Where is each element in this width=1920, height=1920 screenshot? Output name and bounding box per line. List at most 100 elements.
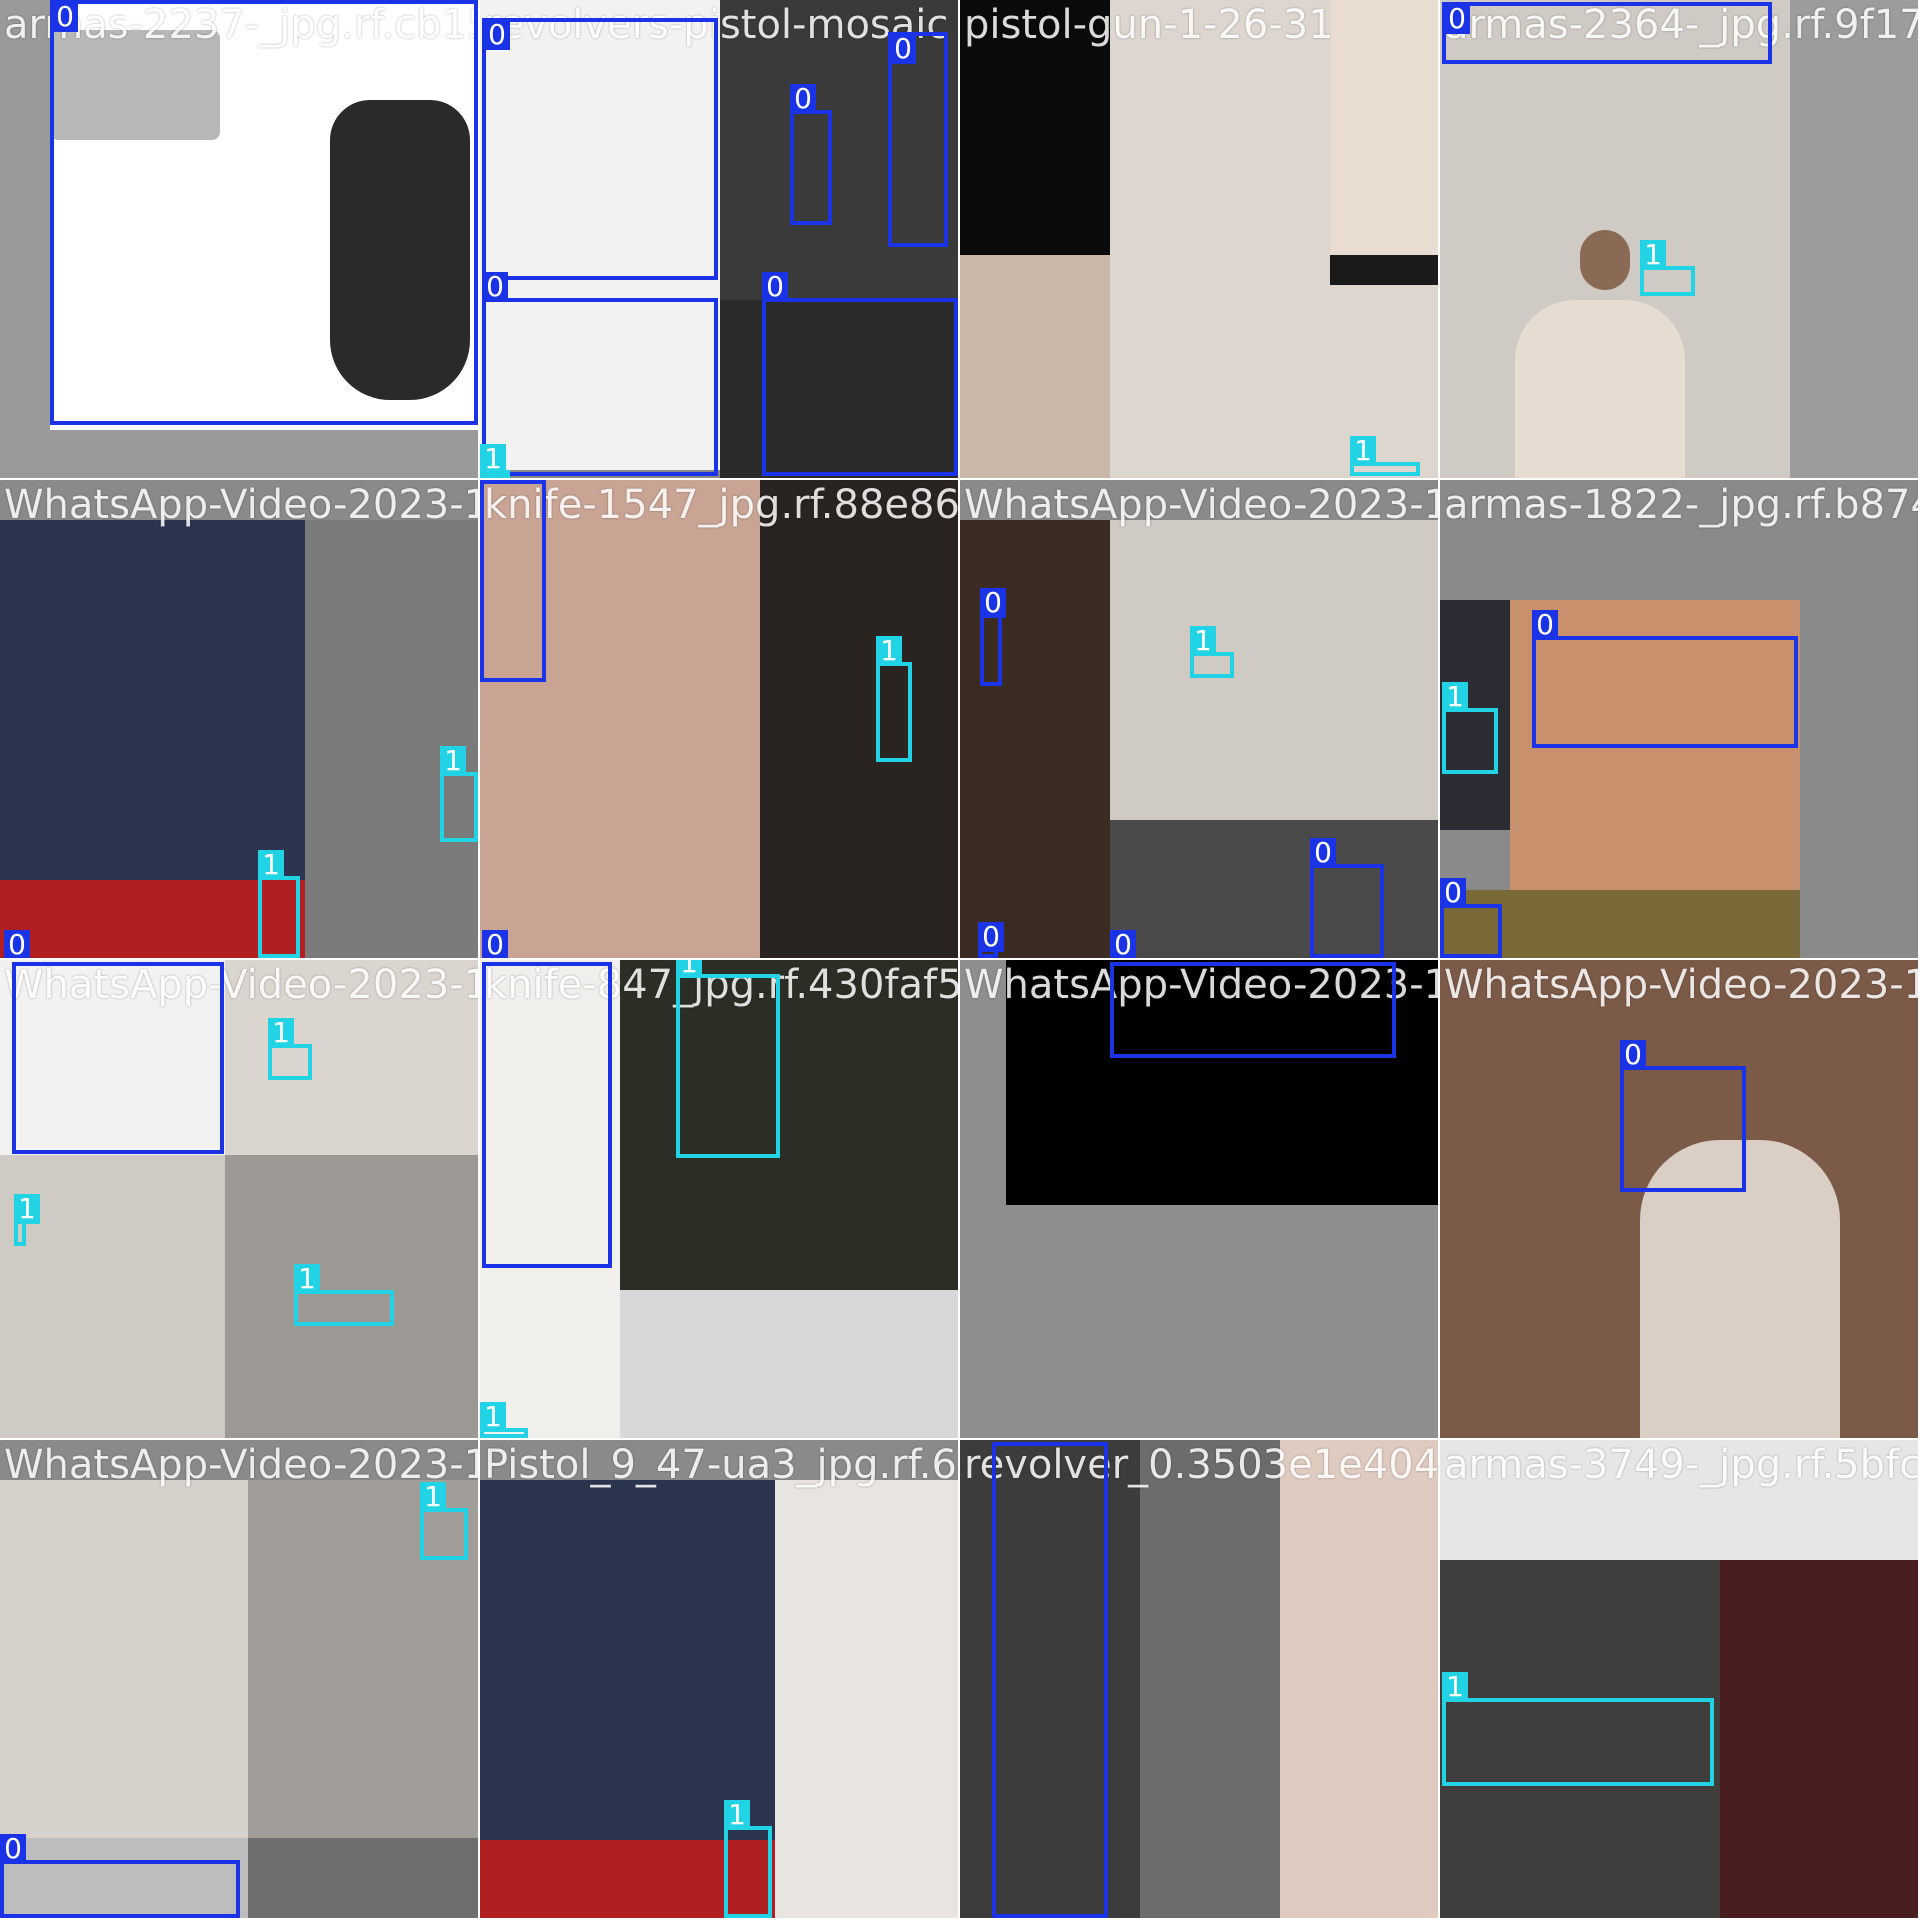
photo-skin: [1280, 1440, 1438, 1918]
mosaic-tile: knife-1547_jpg.rf.88e869cb 0 1 0: [480, 480, 958, 958]
bbox-class-1: 1: [1442, 682, 1498, 774]
mosaic-tile: WhatsApp-Video-2023-11-22 0: [1440, 960, 1918, 1438]
bbox-class-1: 1: [480, 444, 510, 478]
bbox-label: 0: [1620, 1040, 1646, 1070]
bbox-class-0: 0: [978, 922, 1004, 958]
person-head: [1580, 230, 1630, 290]
photo-bw-portrait: [1110, 820, 1438, 958]
bbox-label: 0: [52, 2, 78, 32]
bbox-label: 1: [258, 850, 284, 880]
bbox-class-1: 1: [294, 1264, 394, 1326]
bbox-class-1: 1: [258, 850, 300, 958]
bbox-label: 0: [762, 272, 788, 302]
bbox-label: 1: [480, 1402, 506, 1432]
bbox-class-1: 1: [1350, 436, 1420, 476]
bbox-class-0: 0: [790, 84, 832, 225]
bbox-label: 1: [1350, 436, 1376, 466]
bbox-label: 0: [1532, 610, 1558, 640]
bbox-label: 0: [1440, 878, 1466, 908]
bbox-class-1: 1: [1442, 1672, 1714, 1786]
bbox-label: 1: [1442, 682, 1468, 712]
mosaic-tile: armas-3749-_jpg.rf.5bfc4aa 1: [1440, 1440, 1918, 1918]
bbox-class-0: 0: [4, 930, 30, 958]
bbox-class-1: 1: [420, 1482, 468, 1560]
person-body: [1515, 300, 1685, 478]
bbox-class-0: 0: [1442, 2, 1772, 64]
bbox-label: 1: [1640, 240, 1666, 270]
tile-filename: WhatsApp-Video-2023-11-22: [964, 482, 1438, 528]
bbox-label: 1: [294, 1264, 320, 1294]
bbox-label: 1: [440, 746, 466, 776]
bbox-class-0: 0: [482, 930, 508, 958]
photo-wall: [620, 1290, 958, 1438]
bbox-label: 0: [0, 1834, 26, 1864]
photo-person-knife: [1110, 520, 1438, 820]
tile-filename: armas-1822-_jpg.rf.b8744bb: [1444, 482, 1918, 528]
bbox-label: 1: [724, 1800, 750, 1830]
photo-margin: [1790, 0, 1918, 478]
bbox-label: 0: [980, 588, 1006, 618]
bbox-label: 0: [482, 272, 508, 302]
bbox-class-0: 0: [980, 588, 1006, 686]
bbox-class-0: 0: [0, 1834, 240, 1918]
person-belt: [1330, 255, 1438, 285]
bbox-label: 0: [484, 20, 510, 50]
bbox-label: 1: [1190, 626, 1216, 656]
bbox-class-0: 0: [1310, 838, 1384, 958]
bbox-class-0: 0: [1532, 610, 1798, 748]
bbox-label: 0: [790, 84, 816, 114]
mosaic-tile: WhatsApp-Video-2023-11-22 0 1 0 0 0: [960, 480, 1438, 958]
bbox-label: 1: [420, 1482, 446, 1512]
tile-filename: knife-1547_jpg.rf.88e869cb: [484, 482, 958, 528]
tile-filename: pistol-gun-1-26-31: [964, 2, 1334, 48]
bbox-class-1: 1: [14, 1194, 40, 1246]
detection-mosaic-grid: armas-2237-_jpg.rf.cb15821 0 revolvers-p…: [0, 0, 1920, 1920]
bbox-class-0: 0: [482, 272, 718, 476]
bbox-class-0: 0: [50, 0, 478, 425]
bbox-class-0: 0: [888, 32, 948, 247]
tile-filename: WhatsApp-Video-2023-11-22: [4, 1442, 478, 1488]
bbox-class-0: 0: [1110, 930, 1136, 958]
mosaic-tile: pistol-gun-1-26-31 0 1: [960, 0, 1438, 478]
bbox-label: 1: [676, 960, 702, 978]
bbox-class-1: 1: [1190, 626, 1234, 678]
mosaic-tile: Pistol_9_47-ua3_jpg.rf.66246f 1: [480, 1440, 958, 1918]
bbox-label: 0: [4, 930, 30, 958]
bbox-class-1: 1: [1640, 240, 1695, 296]
photo-person-knife: [0, 1480, 248, 1878]
bbox-label: 1: [1442, 1672, 1468, 1702]
bbox-class-0: [482, 962, 612, 1268]
mosaic-tile: armas-2364-_jpg.rf.9f17dbe 0 1: [1440, 0, 1918, 478]
bbox-label: 0: [978, 922, 1004, 952]
photo-wall: [775, 1480, 958, 1918]
bbox-class-1: 1: [268, 1018, 312, 1080]
mosaic-tile: WhatsApp-Video-2023-11-22 1 1 1: [0, 960, 478, 1438]
person-torso: [1330, 0, 1438, 255]
bbox-class-0: 0: [1620, 1040, 1746, 1192]
bbox-class-1: 1: [440, 746, 478, 842]
bbox-label: 0: [890, 34, 916, 64]
bbox-label: 1: [268, 1018, 294, 1048]
bbox-class-0: 0: [482, 18, 718, 280]
bbox-class-0: 0: [1440, 878, 1502, 958]
tile-filename: Pistol_9_47-ua3_jpg.rf.66246f: [484, 1442, 958, 1488]
bbox-class-0: 0: [762, 272, 958, 476]
photo-forest-man: [620, 960, 958, 1290]
tile-filename: WhatsApp-Video-2023-11-22: [1444, 962, 1918, 1008]
mosaic-tile: knife-847_jpg.rf.430faf5dc 1 1: [480, 960, 958, 1438]
bbox-class-1: 1: [480, 1402, 528, 1438]
tile-filename: WhatsApp-Video-2023-11-22: [4, 482, 478, 528]
bbox-label: 0: [482, 930, 508, 958]
mosaic-tile: WhatsApp-Video-2023-11-22 0: [960, 960, 1438, 1438]
photo-wall: [960, 255, 1110, 478]
bbox-class-0: 0: [480, 480, 546, 682]
bbox-class-0: 0: [992, 1442, 1108, 1918]
mosaic-tile: WhatsApp-Video-2023-11-22 1 1 0: [0, 480, 478, 958]
photo-man-knife: [760, 480, 958, 958]
bbox-label: 0: [1444, 4, 1470, 34]
bbox-class-1: 1: [876, 636, 912, 762]
bbox-label: 0: [1110, 930, 1136, 958]
bbox-class-1: 1: [676, 960, 780, 1158]
mosaic-tile: armas-2237-_jpg.rf.cb15821 0: [0, 0, 478, 478]
photo-dark-room: [960, 520, 1110, 958]
